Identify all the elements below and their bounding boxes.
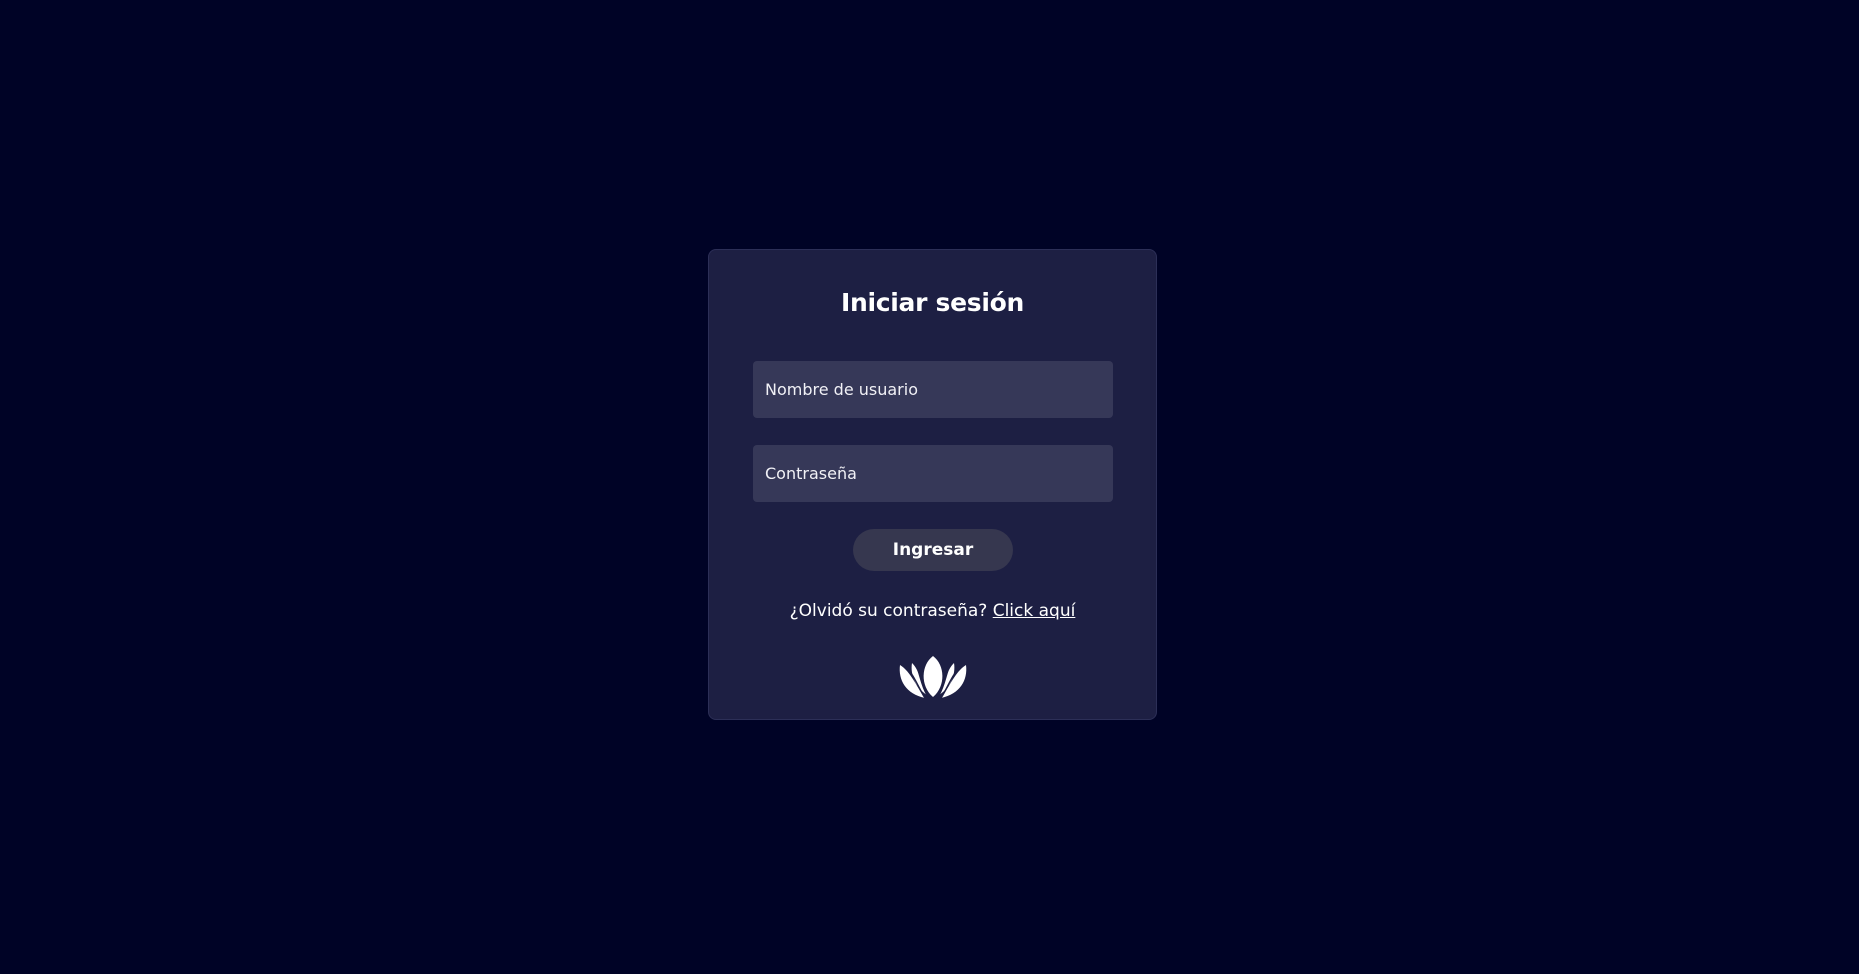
login-button[interactable]: Ingresar bbox=[853, 529, 1013, 571]
forgot-password-text: ¿Olvidó su contraseña? bbox=[789, 601, 988, 621]
forgot-password-link[interactable]: Click aquí bbox=[993, 601, 1076, 621]
username-field[interactable] bbox=[753, 361, 1113, 418]
page-title: Iniciar sesión bbox=[840, 288, 1025, 317]
lotus-icon bbox=[899, 656, 967, 699]
forgot-password-row: ¿Olvidó su contraseña? Click aquí bbox=[709, 600, 1156, 622]
password-field[interactable] bbox=[753, 445, 1113, 502]
login-card: Iniciar sesión Ingresar ¿Olvidó su contr… bbox=[708, 249, 1157, 720]
